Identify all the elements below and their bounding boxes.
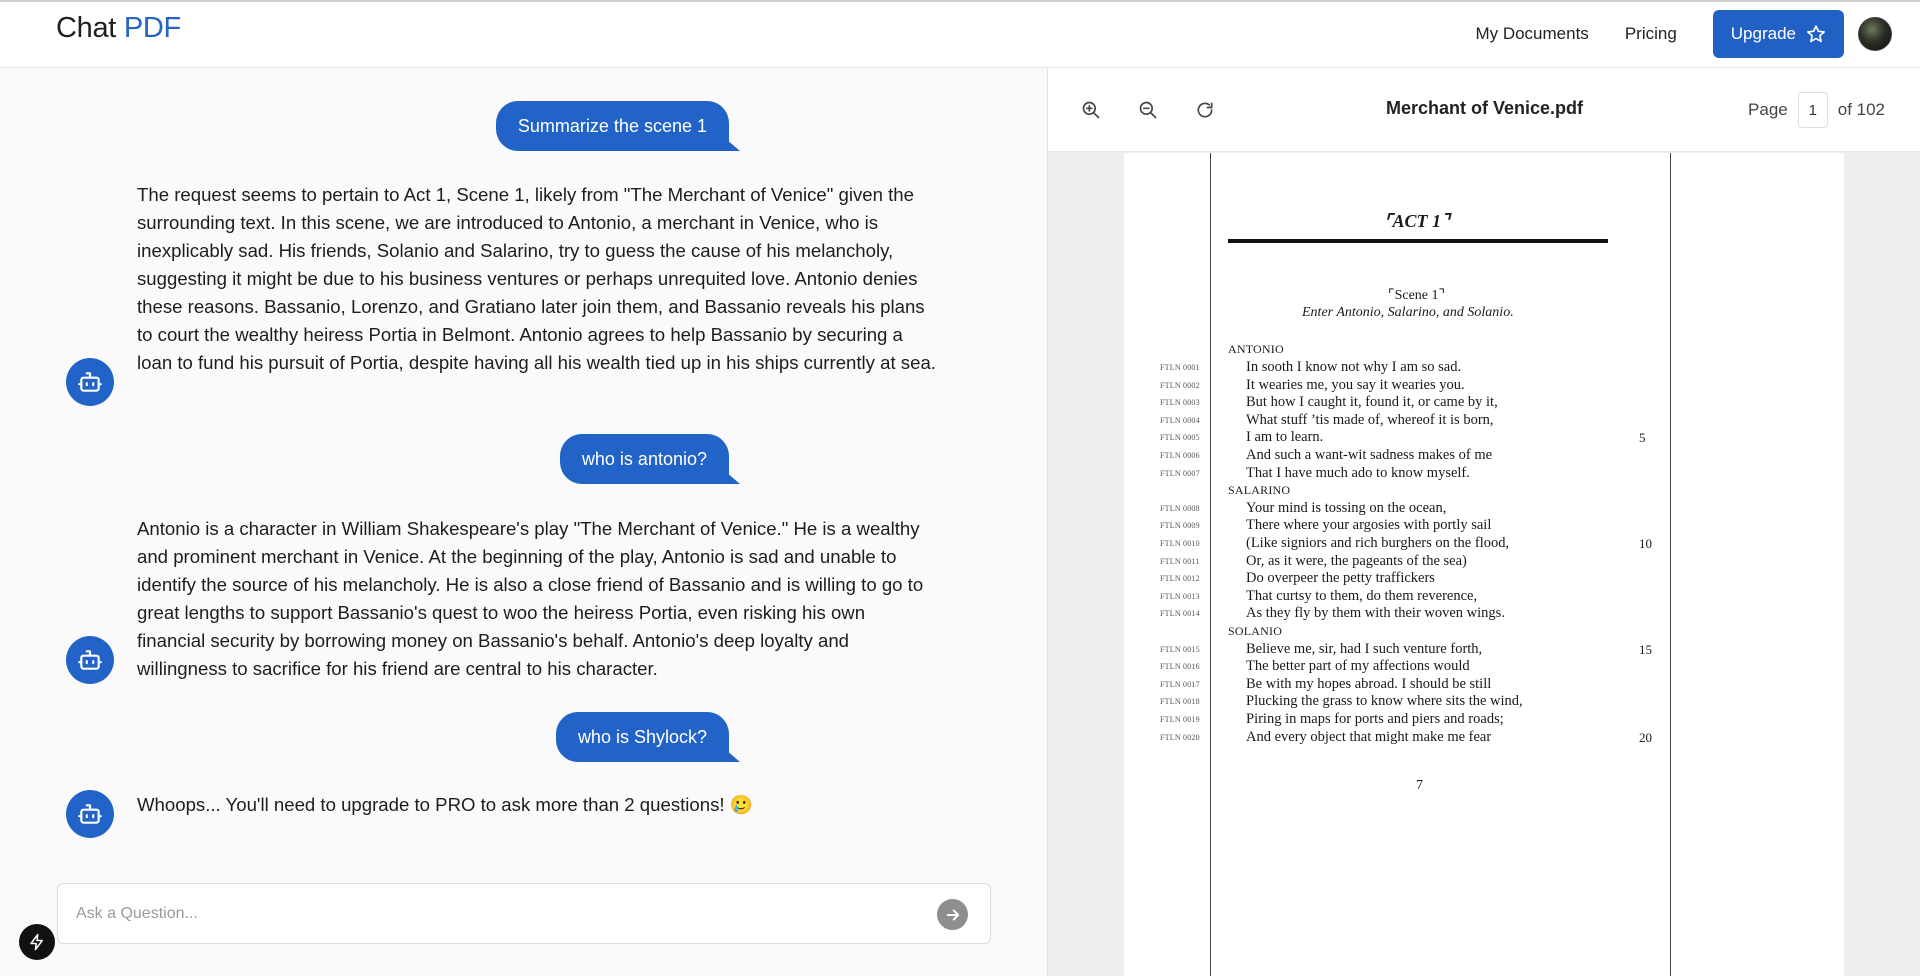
verse-line: Be with my hopes abroad. I should be sti… xyxy=(1246,675,1492,692)
line-number: 20 xyxy=(1639,729,1652,745)
verse-line: As they fly by them with their woven win… xyxy=(1246,605,1505,622)
ftln-line-id: FTLN 0013 xyxy=(1160,591,1200,601)
verse-line: And such a want-wit sadness makes of me xyxy=(1246,447,1493,463)
verse-line: There where your argosies with portly sa… xyxy=(1246,517,1492,534)
line-number: 15 xyxy=(1639,641,1652,657)
ftln-line-id: FTLN 0020 xyxy=(1160,732,1200,742)
upgrade-button[interactable]: Upgrade xyxy=(1712,10,1844,58)
ftln-line-id: FTLN 0014 xyxy=(1160,609,1200,619)
verse-line: Plucking the grass to know where sits th… xyxy=(1246,693,1523,710)
chat-panel: Summarize the scene 1 The request seems … xyxy=(0,68,1047,976)
speaker-name: SOLANIO xyxy=(1228,624,1283,638)
ftln-line-id: FTLN 0015 xyxy=(1160,644,1200,654)
line-number: 10 xyxy=(1639,536,1652,551)
page-number-input[interactable]: 1 xyxy=(1797,92,1828,128)
ftln-line-id: FTLN 0019 xyxy=(1160,715,1200,724)
robot-icon xyxy=(78,650,102,670)
page-right-rule xyxy=(1670,153,1671,976)
speaker-name: SALARINO xyxy=(1228,483,1291,497)
ftln-line-id: FTLN 0006 xyxy=(1160,451,1200,460)
ftln-line-id: FTLN 0001 xyxy=(1160,363,1200,372)
logo-text-chat: Chat xyxy=(56,12,117,44)
bot-message-text: Whoops... You'll need to upgrade to PRO … xyxy=(137,794,753,815)
verse-line: Or, as it were, the pageants of the sea) xyxy=(1246,552,1467,569)
speaker-name: ANTONIO xyxy=(1228,342,1284,356)
nav-links: My Documents Pricing Upgrade xyxy=(1475,10,1892,58)
scene-heading: ⌜Scene 1⌝ xyxy=(1388,288,1446,303)
question-input-box xyxy=(57,883,991,944)
ftln-line-id: FTLN 0017 xyxy=(1160,679,1200,689)
ftln-line-id: FTLN 0002 xyxy=(1160,380,1200,390)
verse-line: Your mind is tossing on the ocean, xyxy=(1246,499,1447,516)
star-icon xyxy=(1807,25,1825,43)
bot-message-text: Antonio is a character in William Shakes… xyxy=(137,518,924,679)
line-number: 5 xyxy=(1639,430,1646,446)
user-message-bubble: who is antonio? xyxy=(559,434,741,484)
verse-line: And every object that might make me fear xyxy=(1246,728,1492,745)
bot-avatar xyxy=(66,358,114,406)
question-input[interactable] xyxy=(76,902,876,926)
verse-line: The better part of my affections would xyxy=(1246,658,1470,675)
bot-avatar xyxy=(66,790,114,838)
pdf-toolbar: Merchant of Venice.pdf Page 1 of 102 xyxy=(1048,68,1920,152)
app-logo[interactable]: Chat PDF xyxy=(56,12,181,45)
verse-line: (Like signiors and rich burghers on the … xyxy=(1246,535,1510,551)
send-button[interactable] xyxy=(937,899,968,930)
verse-line: It wearies me, you say it wearies you. xyxy=(1246,376,1465,393)
robot-icon xyxy=(78,804,102,824)
bolt-badge-button[interactable] xyxy=(19,924,55,960)
verse-line: That curtsy to them, do them reverence, xyxy=(1246,587,1478,604)
upgrade-button-label: Upgrade xyxy=(1730,24,1796,43)
page-left-rule xyxy=(1210,153,1211,976)
act-heading: ⌜ACT 1⌝ xyxy=(1384,211,1450,231)
top-navbar: Chat PDF My Documents Pricing Upgrade xyxy=(0,0,1920,68)
bot-message-text: The request seems to pertain to Act 1, S… xyxy=(137,184,936,373)
verse-line: What stuff ’tis made of, whereof it is b… xyxy=(1246,411,1494,428)
logo-text-pdf: PDF xyxy=(123,12,181,44)
ftln-line-id: FTLN 0003 xyxy=(1160,398,1200,408)
ftln-line-id: FTLN 0018 xyxy=(1160,697,1200,707)
nav-pricing-link[interactable]: Pricing xyxy=(1625,24,1677,44)
ftln-line-id: FTLN 0011 xyxy=(1160,556,1200,566)
page-label: Page xyxy=(1748,100,1788,119)
user-message-bubble: Summarize the scene 1 xyxy=(495,101,741,151)
verse-line: In sooth I know not why I am so sad. xyxy=(1246,359,1462,375)
verse-line: That I have much ado to know myself. xyxy=(1246,464,1470,481)
verse-line: But how I caught it, found it, or came b… xyxy=(1246,394,1498,411)
ftln-line-id: FTLN 0009 xyxy=(1160,521,1200,531)
pdf-page: ⌜ACT 1⌝ ⌜Scene 1⌝ Enter Antonio, Salarin… xyxy=(1124,153,1844,976)
ftln-line-id: FTLN 0012 xyxy=(1160,574,1200,584)
arrow-right-icon xyxy=(946,909,959,920)
ftln-line-id: FTLN 0007 xyxy=(1160,468,1200,478)
ftln-line-id: FTLN 0010 xyxy=(1160,539,1200,548)
robot-icon xyxy=(78,372,102,392)
ftln-line-id: FTLN 0004 xyxy=(1160,415,1200,425)
page-navigator: Page 1 of 102 xyxy=(1748,92,1885,128)
verse-line: Piring in maps for ports and piers and r… xyxy=(1246,711,1504,727)
page-total-label: of 102 xyxy=(1837,100,1885,119)
ftln-line-id: FTLN 0005 xyxy=(1160,433,1200,443)
lightning-icon xyxy=(30,933,43,951)
pdf-viewer-panel: Merchant of Venice.pdf Page 1 of 102 ⌜AC… xyxy=(1047,68,1920,976)
verse-line: Do overpeer the petty traffickers xyxy=(1246,570,1435,587)
user-message-bubble: who is Shylock? xyxy=(555,712,741,762)
act-rule xyxy=(1228,239,1608,243)
user-avatar[interactable] xyxy=(1858,17,1892,51)
stage-direction: Enter Antonio, Salarino, and Solanio. xyxy=(1302,305,1514,320)
verse-line: I am to learn. xyxy=(1246,429,1324,446)
ftln-line-id: FTLN 0008 xyxy=(1160,503,1200,513)
bot-avatar xyxy=(66,636,114,684)
nav-my-documents-link[interactable]: My Documents xyxy=(1475,24,1588,44)
ftln-line-id: FTLN 0016 xyxy=(1160,662,1200,672)
verse-line: Believe me, sir, had I such venture fort… xyxy=(1246,640,1483,657)
page-footer-number: 7 xyxy=(1416,778,1423,793)
